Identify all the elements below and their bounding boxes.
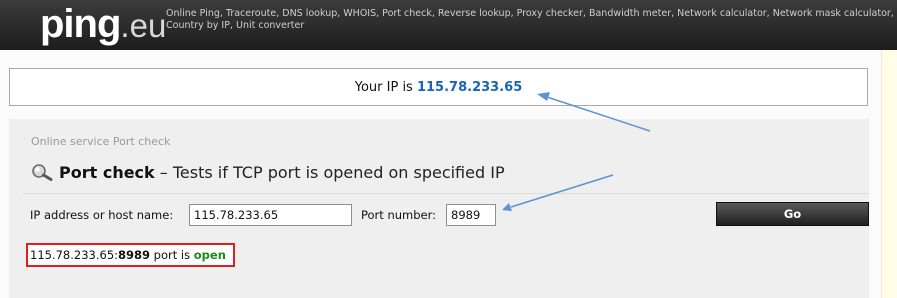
page-title-main: Port check (59, 163, 155, 182)
site-logo[interactable]: ping.eu (40, 4, 166, 53)
page-title: Port check – Tests if TCP port is opened… (31, 163, 505, 185)
magnifier-icon (31, 163, 53, 185)
host-input[interactable] (189, 204, 352, 226)
logo-main: ping (40, 2, 121, 46)
port-check-panel: Online service Port check Port check – T… (9, 119, 869, 298)
result-port: 8989 (118, 248, 151, 262)
result-host: 115.78.233.65: (30, 248, 119, 262)
your-ip-banner: Your IP is 115.78.233.65 (9, 68, 868, 106)
go-button[interactable]: Go (716, 202, 869, 226)
port-check-result: 115.78.233.65:8989 port is open (26, 243, 235, 267)
your-ip-label: Your IP is (354, 80, 413, 95)
result-middle-text: port is (150, 248, 194, 262)
result-status: open (193, 248, 226, 262)
your-ip-value[interactable]: 115.78.233.65 (417, 80, 522, 95)
port-input[interactable] (446, 204, 496, 226)
host-label: IP address or host name: (30, 208, 174, 222)
site-header: ping.eu Online Ping, Traceroute, DNS loo… (0, 0, 897, 50)
page-title-description: – Tests if TCP port is opened on specifi… (154, 163, 505, 182)
divider (23, 193, 869, 194)
port-label: Port number: (361, 208, 437, 222)
breadcrumb: Online service Port check (31, 135, 171, 148)
logo-tld: .eu (120, 7, 167, 44)
site-tagline: Online Ping, Traceroute, DNS lookup, WHO… (166, 8, 894, 31)
